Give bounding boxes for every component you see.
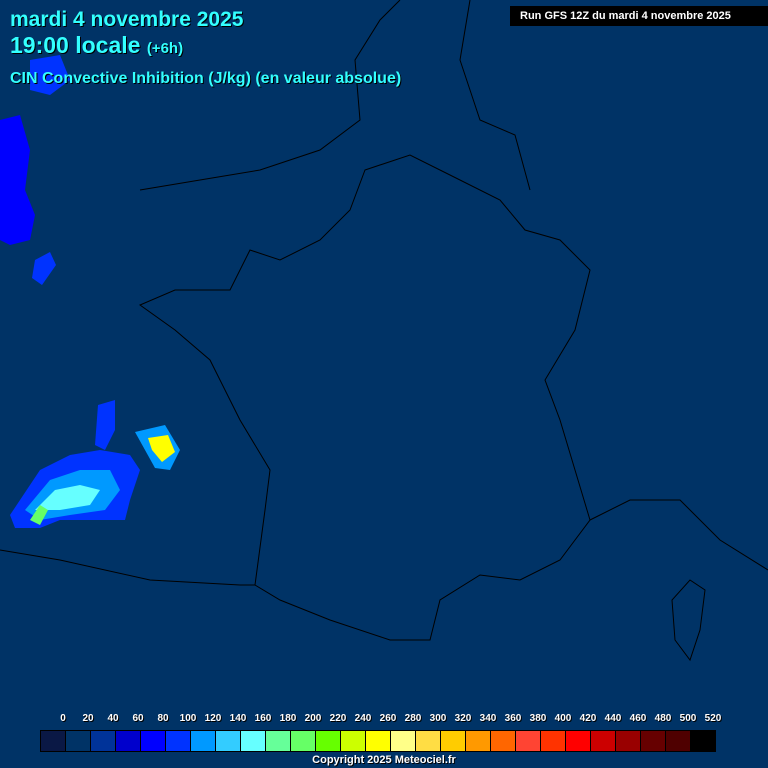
legend-label: 20 — [82, 713, 94, 724]
legend-swatch — [516, 731, 541, 751]
coastlines-borders — [0, 0, 768, 662]
legend-swatch — [591, 731, 616, 751]
legend-label: 180 — [279, 713, 297, 724]
legend-label: 320 — [454, 713, 472, 724]
legend-swatch — [666, 731, 691, 751]
legend-swatch — [366, 731, 391, 751]
legend-swatch — [91, 731, 116, 751]
copyright: Copyright 2025 Meteociel.fr — [312, 754, 456, 766]
legend-swatch — [316, 731, 341, 751]
spain-coast — [0, 549, 255, 586]
legend-swatch — [291, 731, 316, 751]
legend-label: 440 — [604, 713, 622, 724]
legend-label: 160 — [254, 713, 272, 724]
local-time: 19:00 locale — [10, 32, 141, 58]
legend-swatch — [191, 731, 216, 751]
legend-label: 340 — [479, 713, 497, 724]
legend-label: 360 — [504, 713, 522, 724]
legend-swatch — [416, 731, 441, 751]
legend-label: 280 — [404, 713, 422, 724]
cin-area-small — [32, 252, 56, 285]
legend-swatch — [66, 731, 91, 751]
legend-label: 380 — [529, 713, 547, 724]
legend-label: 200 — [304, 713, 322, 724]
parameter-title: CIN Convective Inhibition (J/kg) (en val… — [10, 70, 402, 87]
legend-label: 100 — [179, 713, 197, 724]
legend-labels: 0 20 40 60 80 100 120 140 160 180 200 220 240 260 280 3… — [0, 713, 768, 727]
legend-label: 480 — [654, 713, 672, 724]
legend-swatch — [41, 731, 66, 751]
legend-swatch — [691, 731, 715, 751]
forecast-offset: (+6h) — [146, 40, 184, 57]
legend-label: 420 — [579, 713, 597, 724]
forecast-time: 19:00 locale (+6h) — [10, 32, 183, 59]
legend-swatch — [491, 731, 516, 751]
legend-label: 460 — [629, 713, 647, 724]
legend-swatch — [216, 731, 241, 751]
cin-area-northwest — [0, 115, 35, 245]
legend-label: 80 — [157, 713, 169, 724]
corsica — [671, 579, 706, 662]
legend-label: 0 — [60, 713, 66, 724]
legend-label: 240 — [354, 713, 372, 724]
legend-swatch — [391, 731, 416, 751]
legend-label: 300 — [429, 713, 447, 724]
legend-swatch — [566, 731, 591, 751]
italy-coast — [589, 499, 768, 571]
color-legend — [40, 730, 716, 752]
legend-swatch — [266, 731, 291, 751]
legend-swatch — [341, 731, 366, 751]
legend-swatch — [466, 731, 491, 751]
legend-swatch — [641, 731, 666, 751]
legend-swatch — [141, 731, 166, 751]
netherlands-coast — [459, 0, 531, 191]
legend-label: 60 — [132, 713, 144, 724]
legend-label: 140 — [229, 713, 247, 724]
legend-label: 220 — [329, 713, 347, 724]
legend-label: 120 — [204, 713, 222, 724]
legend-swatch — [541, 731, 566, 751]
legend-swatch — [616, 731, 641, 751]
legend-swatch — [116, 731, 141, 751]
legend-label: 520 — [704, 713, 722, 724]
legend-label: 40 — [107, 713, 119, 724]
legend-swatch — [441, 731, 466, 751]
legend-label: 500 — [679, 713, 697, 724]
legend-swatch — [241, 731, 266, 751]
legend-label: 260 — [379, 713, 397, 724]
forecast-date: mardi 4 novembre 2025 — [10, 8, 244, 31]
cin-area-tongue — [95, 400, 115, 450]
map-canvas — [0, 0, 768, 662]
run-info: Run GFS 12Z du mardi 4 novembre 2025 — [510, 6, 768, 26]
forecast-map-view: mardi 4 novembre 2025 19:00 locale (+6h)… — [0, 0, 768, 768]
cin-field — [0, 55, 180, 528]
legend-swatch — [166, 731, 191, 751]
legend-label: 400 — [554, 713, 572, 724]
france-outline — [138, 154, 591, 641]
